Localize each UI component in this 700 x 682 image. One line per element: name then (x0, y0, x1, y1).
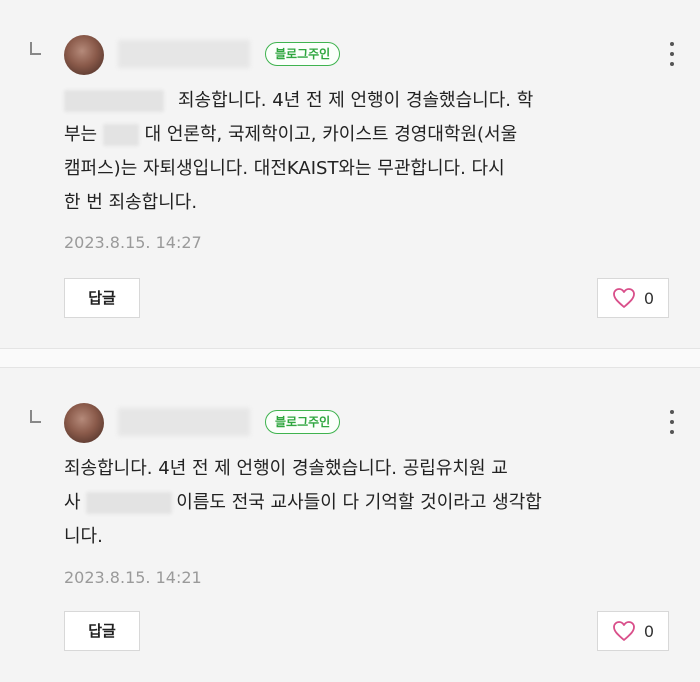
like-count: 0 (643, 288, 655, 308)
blog-owner-badge: 블로그주인 (265, 410, 341, 434)
comment-text-line: 니다. (64, 526, 103, 547)
reply-indent-icon (30, 410, 41, 423)
comment-card: 블로그주인 죄송합니다. 4년 전 제 언행이 경솔했습니다. 공립유치원 교 … (0, 368, 700, 682)
comment-text-line: 캠퍼스)는 자퇴생입니다. 대전KAIST와는 무관합니다. 다시 (64, 158, 505, 179)
comment-text-line: 이름도 전국 교사들이 다 기억할 것이라고 생각합 (176, 492, 542, 513)
heart-outline-icon (613, 288, 635, 308)
redacted-text (64, 90, 164, 112)
heart-outline-icon (613, 621, 635, 641)
reply-button[interactable]: 답글 (64, 611, 140, 651)
avatar[interactable] (64, 403, 104, 443)
avatar[interactable] (64, 35, 104, 75)
comment-timestamp: 2023.8.15. 14:21 (64, 568, 202, 587)
comment-text: 죄송합니다. 4년 전 제 언행이 경솔했습니다. 학 부는 대 언론학, 국제… (64, 84, 674, 220)
author-name-redacted (118, 40, 250, 68)
comment-text-line: 부는 (64, 124, 98, 145)
comment-text-line: 대 언론학, 국제학이고, 카이스트 경영대학원(서울 (144, 124, 518, 145)
reply-indent-icon (30, 42, 41, 55)
reply-button[interactable]: 답글 (64, 278, 140, 318)
like-button[interactable]: 0 (597, 611, 669, 651)
more-options-icon[interactable] (668, 42, 676, 66)
comment-text-line: 죄송합니다. 4년 전 제 언행이 경솔했습니다. 학 (178, 90, 534, 111)
author-name-redacted (118, 408, 250, 436)
comment-card: 블로그주인 죄송합니다. 4년 전 제 언행이 경솔했습니다. 학 부는 대 언… (0, 0, 700, 348)
like-button[interactable]: 0 (597, 278, 669, 318)
comment-text-line: 사 (64, 492, 81, 513)
comment-timestamp: 2023.8.15. 14:27 (64, 233, 202, 252)
more-options-icon[interactable] (668, 410, 676, 434)
redacted-text (102, 124, 139, 146)
like-count: 0 (643, 621, 655, 641)
comment-text-line: 죄송합니다. 4년 전 제 언행이 경솔했습니다. 공립유치원 교 (64, 458, 508, 479)
comment-divider (0, 348, 700, 368)
comment-text: 죄송합니다. 4년 전 제 언행이 경솔했습니다. 공립유치원 교 사 이름도 … (64, 452, 674, 554)
blog-owner-badge: 블로그주인 (265, 42, 341, 66)
comment-text-line: 한 번 죄송합니다. (64, 192, 198, 213)
redacted-text (86, 492, 173, 514)
